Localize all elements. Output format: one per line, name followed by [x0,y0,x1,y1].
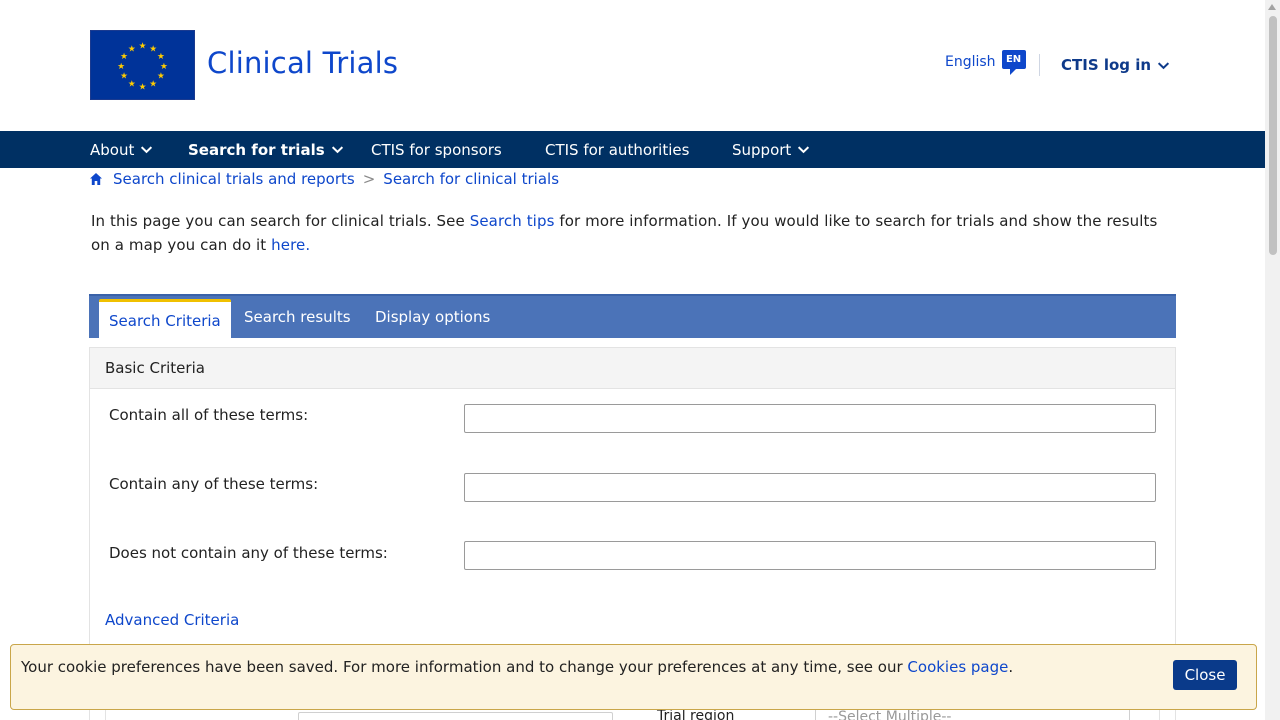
contain-any-terms-input[interactable] [464,473,1156,502]
breadcrumb-separator: > [362,170,376,188]
intro-paragraph: In this page you can search for clinical… [91,209,1171,257]
cookie-message: Your cookie preferences have been saved.… [21,658,1013,676]
map-search-link[interactable]: here. [271,236,310,254]
svg-text:★: ★ [157,52,165,62]
svg-text:★: ★ [157,72,165,82]
nav-item-ctis-for-sponsors[interactable]: CTIS for sponsors [371,131,502,168]
breadcrumb-search-clinical-trials-and-reports[interactable]: Search clinical trials and reports [113,170,355,188]
chevron-down-icon [1158,61,1170,69]
svg-text:★: ★ [128,44,136,54]
svg-text:★: ★ [120,72,128,82]
nav-item-label: Search for trials [188,140,325,159]
language-selector[interactable]: English EN [945,49,1026,75]
does-not-contain-terms-label: Does not contain any of these terms: [109,544,388,562]
svg-text:★: ★ [117,62,125,72]
language-label: English [945,54,996,70]
svg-text:★: ★ [139,82,147,92]
nav-item-support[interactable]: Support [732,131,810,168]
chevron-down-icon [331,146,343,154]
chevron-down-icon [798,146,810,154]
login-label: CTIS log in [1061,56,1152,74]
eu-stars-icon: ★ ★ ★ ★ ★ ★ ★ ★ ★ ★ ★ ★ [117,41,168,92]
svg-text:★: ★ [139,41,147,51]
eu-flag-logo[interactable]: ★ ★ ★ ★ ★ ★ ★ ★ ★ ★ ★ ★ [90,30,195,100]
cookie-text: Your cookie preferences have been saved.… [21,658,908,676]
tab-search-results[interactable]: Search results [244,296,351,338]
tab-search-criteria[interactable]: Search Criteria [99,299,231,339]
contain-all-terms-label: Contain all of these terms: [109,406,309,424]
basic-criteria-heading[interactable]: Basic Criteria [90,348,1175,389]
nav-item-label: CTIS for authorities [545,140,690,159]
svg-text:★: ★ [160,62,168,72]
header-divider [1039,54,1040,76]
breadcrumb: Search clinical trials and reports > Sea… [89,170,559,188]
search-tabs: Search Criteria Search results Display o… [89,294,1176,339]
nav-item-search-for-trials[interactable]: Search for trials [188,131,344,168]
cookie-text-suffix: . [1008,658,1014,676]
scrollbar-thumb[interactable] [1269,16,1277,255]
svg-text:★: ★ [128,79,136,89]
site-title[interactable]: Clinical Trials [207,46,398,80]
language-code-badge-icon: EN [1001,49,1026,75]
advanced-criteria-link[interactable]: Advanced Criteria [105,611,239,629]
page-scrollbar[interactable] [1265,0,1280,720]
intro-text: In this page you can search for clinical… [91,212,470,230]
main-nav: About Search for trials CTIS for sponsor… [0,131,1265,168]
search-tips-link[interactable]: Search tips [470,212,555,230]
nav-item-about[interactable]: About [90,131,153,168]
tab-display-options[interactable]: Display options [375,296,490,338]
site-header: ★ ★ ★ ★ ★ ★ ★ ★ ★ ★ ★ ★ Clinical Trials … [0,0,1265,131]
nav-item-ctis-for-authorities[interactable]: CTIS for authorities [545,131,689,168]
svg-text:★: ★ [120,52,128,62]
home-icon[interactable] [89,172,103,186]
nav-item-label: Support [732,140,792,159]
nav-item-label: About [90,140,135,159]
advanced-criteria-input[interactable] [298,712,613,720]
nav-item-label: CTIS for sponsors [371,140,502,159]
cookie-notice: Your cookie preferences have been saved.… [10,644,1257,710]
scroll-up-arrow-icon[interactable] [1268,4,1276,10]
contain-all-terms-input[interactable] [464,404,1156,433]
svg-text:★: ★ [149,79,157,89]
svg-text:★: ★ [149,44,157,54]
ctis-login-menu[interactable]: CTIS log in [1061,56,1170,74]
breadcrumb-search-for-clinical-trials[interactable]: Search for clinical trials [383,170,559,188]
close-cookie-button[interactable]: Close [1173,660,1237,690]
cookies-page-link[interactable]: Cookies page [907,658,1008,676]
does-not-contain-terms-input[interactable] [464,541,1156,570]
chevron-down-icon [141,146,153,154]
contain-any-terms-label: Contain any of these terms: [109,475,319,493]
